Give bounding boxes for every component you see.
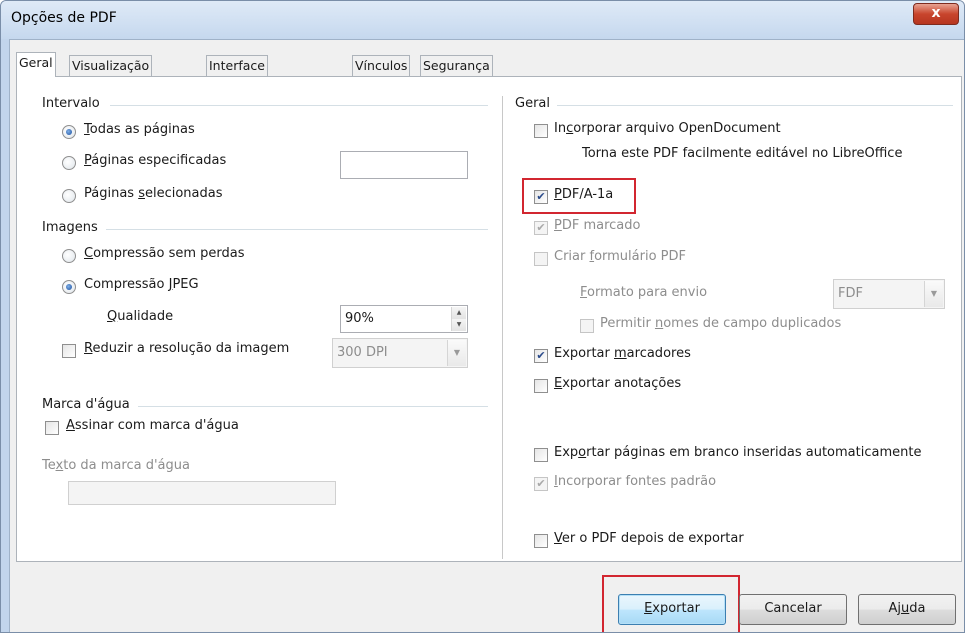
dialog-content: Geral Visualização inicial Interface do … [9, 39, 964, 632]
radio-page-range[interactable] [62, 156, 76, 170]
close-icon: x [931, 5, 941, 21]
embed-standard-fonts-label[interactable]: Incorporar fontes padrão [554, 474, 716, 489]
embed-opendocument-checkbox[interactable] [534, 124, 548, 138]
resolution-dropdown[interactable]: 300 DPI ▼ [332, 338, 468, 368]
embed-opendocument-label[interactable]: Incorporar arquivo OpenDocument [554, 121, 781, 136]
tagged-pdf-checkbox[interactable]: ✔ [534, 221, 548, 235]
page-range-input[interactable] [340, 151, 468, 179]
submit-format-dropdown[interactable]: FDF ▼ [833, 279, 945, 309]
view-after-export-checkbox[interactable] [534, 534, 548, 548]
range-heading: Intervalo [42, 96, 100, 111]
export-comments-checkbox[interactable] [534, 379, 548, 393]
all-pages-label[interactable]: Todas as páginas [84, 122, 195, 137]
close-button[interactable]: x [913, 3, 959, 25]
export-bookmarks-checkbox[interactable]: ✔ [534, 349, 548, 363]
images-divider [106, 229, 488, 230]
export-blank-pages-label[interactable]: Exportar páginas em branco inseridas aut… [554, 445, 921, 460]
pdf-options-dialog: Opções de PDF x Geral Visualização inici… [0, 0, 965, 633]
watermark-text-input[interactable] [68, 481, 336, 505]
watermark-heading: Marca d'água [42, 397, 130, 412]
radio-jpeg[interactable] [62, 280, 76, 294]
radio-selected-pages[interactable] [62, 189, 76, 203]
watermark-checkbox[interactable] [45, 421, 59, 435]
pdfa-highlight-box [522, 178, 636, 214]
watermark-label[interactable]: Assinar com marca d'água [66, 418, 239, 433]
duplicate-field-names-label[interactable]: Permitir nomes de campo duplicados [600, 316, 841, 331]
watermark-text-label: Texto da marca d'água [42, 458, 190, 473]
tab-seguranca[interactable]: Segurança [420, 55, 493, 76]
images-heading: Imagens [42, 220, 98, 235]
submit-format-label: Formato para envio [580, 285, 708, 300]
chevron-down-icon: ▼ [924, 281, 943, 307]
view-after-export-label[interactable]: Ver o PDF depois de exportar [554, 531, 744, 546]
duplicate-field-names-checkbox[interactable] [580, 319, 594, 333]
tab-interface-do-usuario[interactable]: Interface do usuário [206, 55, 268, 113]
tab-geral[interactable]: Geral [16, 52, 56, 77]
reduce-resolution-label[interactable]: Reduzir a resolução da imagem [84, 341, 289, 356]
quality-spinbox[interactable]: 90% ▲ ▼ [340, 305, 468, 333]
range-divider [110, 105, 488, 106]
embed-opendocument-hint: Torna este PDF facilmente editável no Li… [582, 146, 903, 161]
spin-down-icon[interactable]: ▼ [452, 319, 466, 331]
help-button[interactable]: Ajuda [858, 594, 956, 625]
selected-pages-label[interactable]: Páginas selecionadas [84, 186, 223, 201]
quality-spinner[interactable]: ▲ ▼ [451, 307, 466, 331]
radio-all-pages[interactable] [62, 125, 76, 139]
general-heading: Geral [515, 96, 550, 111]
reduce-resolution-checkbox[interactable] [62, 344, 76, 358]
export-blank-pages-checkbox[interactable] [534, 448, 548, 462]
window-title: Opções de PDF [11, 10, 117, 26]
quality-label: Qualidade [107, 309, 174, 324]
lossless-label[interactable]: Compressão sem perdas [84, 246, 245, 261]
embed-standard-fonts-checkbox[interactable]: ✔ [534, 477, 548, 491]
page-range-label[interactable]: Páginas especificadas [84, 153, 226, 168]
chevron-down-icon: ▼ [447, 340, 466, 366]
jpeg-label[interactable]: Compressão JPEG [84, 277, 199, 292]
watermark-divider [138, 406, 488, 407]
radio-lossless[interactable] [62, 249, 76, 263]
tab-vinculos[interactable]: Vínculos [352, 55, 411, 76]
cancel-button[interactable]: Cancelar [739, 594, 847, 625]
tab-visualizacao-inicial[interactable]: Visualização inicial [69, 55, 153, 93]
create-form-label[interactable]: Criar formulário PDF [554, 249, 686, 264]
general-divider [557, 105, 953, 106]
column-separator [502, 96, 503, 559]
export-comments-label[interactable]: Exportar anotações [554, 376, 681, 391]
title-bar: Opções de PDF x [1, 1, 964, 39]
spin-up-icon[interactable]: ▲ [452, 307, 466, 319]
create-form-checkbox[interactable] [534, 252, 548, 266]
tagged-pdf-label[interactable]: PDF marcado [554, 218, 640, 233]
export-highlight-box [602, 575, 740, 632]
export-bookmarks-label[interactable]: Exportar marcadores [554, 346, 691, 361]
